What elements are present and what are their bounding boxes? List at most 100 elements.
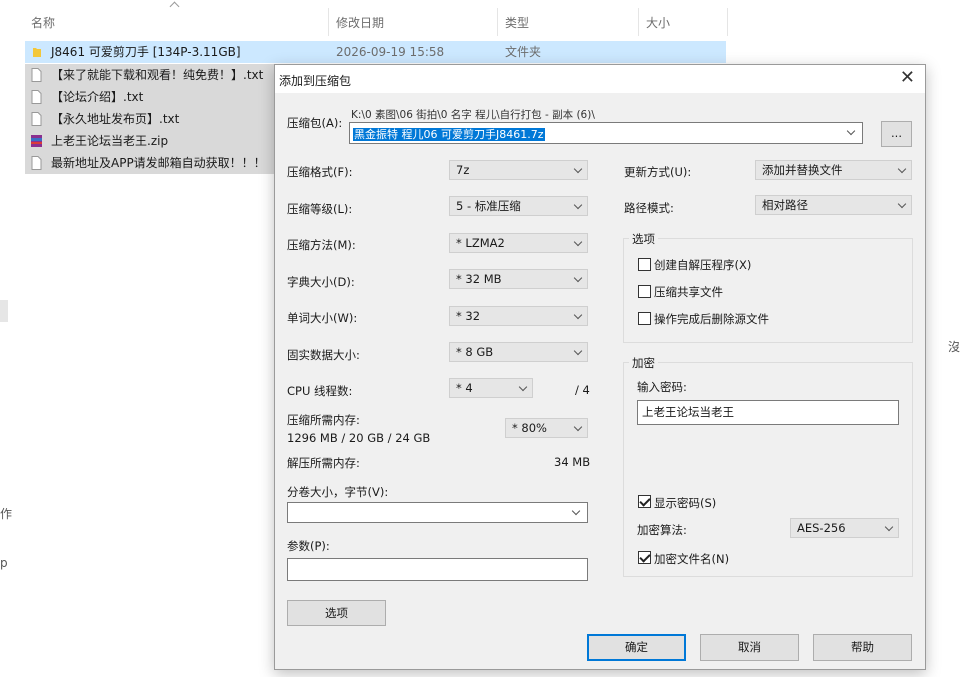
- file-row[interactable]: J8461 可爱剪刀手 [134P-3.11GB] 2026-09-19 15:…: [25, 41, 726, 63]
- column-divider[interactable]: [727, 8, 728, 36]
- word-size-select[interactable]: * 32: [449, 306, 588, 326]
- options-group-title: 选项: [629, 231, 658, 247]
- encryption-group-title: 加密: [629, 355, 658, 371]
- edge-text: p: [0, 556, 8, 570]
- solid-size-label: 固实数据大小:: [287, 348, 360, 362]
- cancel-button[interactable]: 取消: [700, 634, 799, 661]
- chevron-down-icon: [573, 273, 583, 283]
- column-divider[interactable]: [638, 8, 639, 36]
- split-size-label: 分卷大小，字节(V):: [287, 485, 389, 499]
- password-input[interactable]: 上老王论坛当老王: [637, 400, 899, 425]
- options-button[interactable]: 选项: [287, 600, 386, 626]
- path-mode-label: 路径模式:: [624, 201, 674, 215]
- solid-size-select[interactable]: * 8 GB: [449, 342, 588, 362]
- encrypt-names-label[interactable]: 加密文件名(N): [654, 551, 729, 567]
- chevron-down-icon: [573, 237, 583, 247]
- delete-after-label[interactable]: 操作完成后删除源文件: [654, 311, 769, 327]
- split-size-combo[interactable]: [287, 502, 588, 523]
- folder-icon: [33, 48, 41, 57]
- column-divider[interactable]: [328, 8, 329, 36]
- parameters-label: 参数(P):: [287, 539, 330, 553]
- chevron-down-icon: [573, 346, 583, 356]
- column-header-size[interactable]: 大小: [646, 14, 670, 31]
- decompress-memory-label: 解压所需内存:: [287, 456, 360, 470]
- dialog-titlebar[interactable]: 添加到压缩包 ✕: [275, 65, 925, 93]
- word-size-value: * 32: [456, 309, 481, 323]
- chevron-down-icon: [884, 522, 894, 532]
- file-row[interactable]: 【论坛介绍】.txt: [25, 86, 274, 108]
- file-name: 【论坛介绍】.txt: [51, 90, 144, 104]
- file-date: 2026-09-19 15:58: [336, 45, 445, 59]
- path-mode-select[interactable]: 相对路径: [755, 195, 912, 215]
- zip-archive-icon: [31, 135, 42, 147]
- sfx-label[interactable]: 创建自解压程序(X): [654, 257, 751, 273]
- chevron-down-icon: [573, 310, 583, 320]
- file-row[interactable]: 上老王论坛当老王.zip: [25, 130, 274, 152]
- chevron-down-icon: [573, 164, 583, 174]
- chevron-down-icon: [897, 164, 907, 174]
- chevron-down-icon: [518, 382, 528, 392]
- chevron-down-icon[interactable]: [846, 126, 856, 136]
- column-header-date[interactable]: 修改日期: [336, 14, 384, 31]
- browse-button[interactable]: ...: [881, 121, 912, 147]
- column-header-type[interactable]: 类型: [505, 14, 529, 31]
- compress-memory-detail: 1296 MB / 20 GB / 24 GB: [287, 431, 431, 445]
- chevron-down-icon: [897, 199, 907, 209]
- archive-path-hint: K:\0 素图\06 街拍\0 名字 程儿\自行打包 - 副本 (6)\: [351, 109, 595, 121]
- cpu-threads-select[interactable]: * 4: [449, 378, 533, 398]
- method-value: * LZMA2: [456, 236, 505, 250]
- path-mode-value: 相对路径: [762, 198, 808, 212]
- compress-memory-label: 压缩所需内存:: [287, 413, 360, 427]
- method-select[interactable]: * LZMA2: [449, 233, 588, 253]
- cpu-threads-label: CPU 线程数:: [287, 384, 353, 398]
- solid-size-value: * 8 GB: [456, 345, 494, 359]
- format-select[interactable]: 7z: [449, 160, 588, 180]
- show-password-label[interactable]: 显示密码(S): [654, 495, 716, 511]
- edge-text: 作: [0, 507, 13, 521]
- text-file-icon: [31, 156, 42, 170]
- encryption-method-value: AES-256: [797, 521, 846, 535]
- archive-name-input[interactable]: 黑金振特 程儿06 可爱剪刀手J8461.7z: [353, 128, 545, 141]
- sfx-checkbox[interactable]: [638, 258, 651, 271]
- level-label: 压缩等级(L):: [287, 202, 353, 216]
- parameters-input[interactable]: [287, 558, 588, 581]
- column-divider[interactable]: [497, 8, 498, 36]
- level-value: 5 - 标准压缩: [456, 199, 521, 213]
- text-file-icon: [31, 90, 42, 104]
- delete-after-checkbox[interactable]: [638, 312, 651, 325]
- memory-usage-select[interactable]: * 80%: [505, 418, 588, 438]
- level-select[interactable]: 5 - 标准压缩: [449, 196, 588, 216]
- archive-name-combo[interactable]: 黑金振特 程儿06 可爱剪刀手J8461.7z: [349, 122, 863, 144]
- file-name: 【永久地址发布页】.txt: [51, 112, 180, 126]
- archive-label: 压缩包(A):: [287, 116, 343, 130]
- encryption-method-select[interactable]: AES-256: [790, 518, 899, 538]
- encrypt-names-checkbox[interactable]: [638, 551, 651, 564]
- format-value: 7z: [456, 163, 470, 177]
- column-header-name[interactable]: 名称: [31, 14, 55, 31]
- shared-files-label[interactable]: 压缩共享文件: [654, 284, 723, 300]
- file-name: 【来了就能下载和观看！纯免费！】.txt: [51, 68, 264, 82]
- file-name: 上老王论坛当老王.zip: [51, 134, 169, 148]
- shared-files-checkbox[interactable]: [638, 285, 651, 298]
- dictionary-select[interactable]: * 32 MB: [449, 269, 588, 289]
- show-password-checkbox[interactable]: [638, 495, 651, 508]
- file-row[interactable]: 最新地址及APP请发邮箱自动获取！！！: [25, 152, 274, 174]
- chevron-down-icon[interactable]: [571, 506, 581, 516]
- ok-button[interactable]: 确定: [587, 634, 686, 661]
- file-row[interactable]: 【永久地址发布页】.txt: [25, 108, 274, 130]
- chevron-down-icon: [573, 422, 583, 432]
- update-mode-value: 添加并替换文件: [762, 163, 843, 177]
- password-label: 输入密码:: [637, 380, 687, 394]
- file-name: J8461 可爱剪刀手 [134P-3.11GB]: [51, 45, 241, 59]
- file-row[interactable]: 【来了就能下载和观看！纯免费！】.txt: [25, 64, 274, 86]
- close-icon[interactable]: ✕: [900, 69, 915, 87]
- update-mode-select[interactable]: 添加并替换文件: [755, 160, 912, 180]
- edge-text: 沒: [948, 340, 960, 354]
- help-button[interactable]: 帮助: [813, 634, 912, 661]
- encryption-method-label: 加密算法:: [637, 523, 687, 537]
- dialog-title: 添加到压缩包: [279, 74, 352, 88]
- add-to-archive-dialog: 添加到压缩包 ✕ 压缩包(A): K:\0 素图\06 街拍\0 名字 程儿\自…: [274, 64, 926, 670]
- text-file-icon: [31, 112, 42, 126]
- text-file-icon: [31, 68, 42, 82]
- method-label: 压缩方法(M):: [287, 238, 356, 252]
